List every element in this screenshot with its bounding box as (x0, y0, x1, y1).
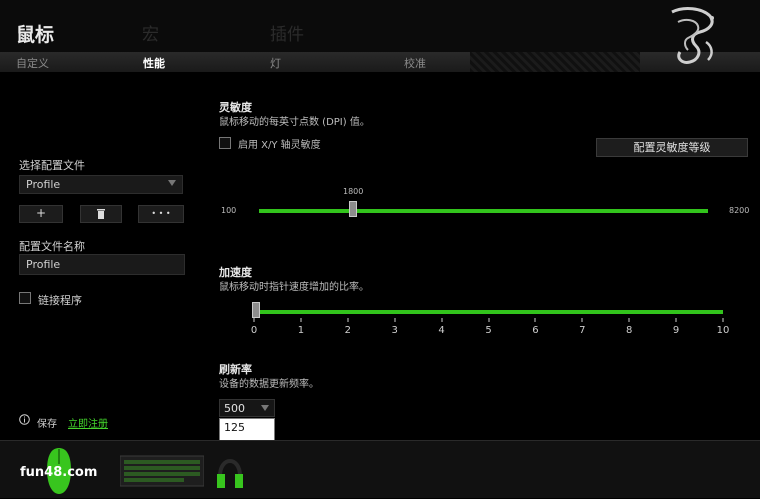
delete-profile-button[interactable] (80, 205, 122, 223)
acceleration-tick-label: 1 (297, 325, 305, 336)
acceleration-slider-track[interactable] (254, 310, 723, 314)
tab-calibration[interactable]: 校准 (404, 55, 426, 71)
polling-option-125[interactable]: 125 (220, 419, 274, 438)
chevron-down-icon (168, 180, 176, 186)
add-profile-button[interactable]: + (19, 205, 63, 223)
acceleration-slider-thumb[interactable] (252, 302, 260, 318)
acceleration-tick-label: 9 (672, 325, 680, 336)
page-title: 鼠标 (16, 24, 55, 46)
acceleration-tick-mark (487, 318, 490, 322)
profile-select-value: Profile (26, 178, 61, 191)
sensitivity-value-label: 1800 (343, 187, 364, 196)
acceleration-tick-mark (628, 318, 631, 322)
acceleration-tick-label: 2 (344, 325, 351, 336)
acceleration-tick-mark (393, 318, 396, 322)
profile-name-label: 配置文件名称 (19, 240, 85, 253)
acceleration-tick-label: 10 (716, 325, 730, 336)
xy-sensitivity-label: 启用 X/Y 轴灵敏度 (238, 140, 321, 151)
link-program-label: 链接程序 (38, 294, 82, 307)
tab-performance[interactable]: 性能 (143, 55, 165, 71)
acceleration-tick-label: 6 (532, 325, 539, 336)
tab-macro[interactable]: 宏 (142, 20, 159, 45)
tab-lighting[interactable]: 灯 (270, 55, 281, 71)
acceleration-tick-label: 0 (250, 325, 258, 336)
device-bar (0, 440, 760, 498)
tab-customize[interactable]: 自定义 (16, 55, 49, 71)
acceleration-tick-mark (346, 318, 349, 322)
acceleration-tick-mark (722, 318, 724, 322)
save-label: 保存 (37, 419, 57, 430)
headset-device-icon[interactable] (215, 446, 245, 496)
razer-snake-logo-icon (650, 2, 730, 70)
acceleration-tick-mark (440, 318, 443, 322)
watermark-text: fun48.com (20, 465, 98, 480)
chevron-down-icon (261, 405, 269, 411)
tab-plugins[interactable]: 插件 (270, 20, 304, 45)
device-bar-divider (0, 440, 760, 441)
sensitivity-slider-track[interactable] (259, 209, 708, 213)
acceleration-tick-mark (253, 318, 255, 322)
more-options-button[interactable]: • • • (138, 205, 184, 223)
sensitivity-max-label: 8200 (729, 206, 750, 215)
acceleration-tick-mark (581, 318, 584, 322)
sensitivity-slider-thumb[interactable] (349, 201, 358, 217)
acceleration-tick-label: 8 (626, 325, 633, 336)
sensitivity-description: 鼠标移动的每英寸点数 (DPI) 值。 (219, 117, 370, 128)
acceleration-tick-label: 4 (438, 325, 445, 336)
polling-rate-select[interactable]: 500 (219, 399, 275, 417)
select-profile-label: 选择配置文件 (19, 159, 85, 172)
sensitivity-min-label: 100 (221, 206, 237, 215)
keyboard-device-icon[interactable] (119, 454, 205, 488)
subtab-bar-pattern (470, 52, 640, 72)
acceleration-tick-label: 7 (579, 325, 586, 336)
profile-name-input[interactable]: Profile (19, 254, 185, 275)
link-program-checkbox[interactable] (19, 292, 31, 304)
acceleration-tick-mark (299, 318, 302, 322)
acceleration-tick-label: 3 (391, 325, 398, 336)
acceleration-tick-mark (675, 318, 678, 322)
polling-rate-value: 500 (224, 402, 245, 415)
acceleration-tick-label: 5 (485, 325, 492, 336)
xy-sensitivity-checkbox[interactable] (219, 137, 231, 149)
trash-icon (97, 208, 105, 222)
info-icon (19, 414, 30, 425)
polling-rate-description: 设备的数据更新频率。 (219, 379, 319, 390)
acceleration-description: 鼠标移动时指针速度增加的比率。 (219, 282, 369, 293)
subtab-bar (0, 52, 760, 72)
profile-select[interactable]: Profile (19, 175, 183, 194)
acceleration-tick-mark (534, 318, 537, 322)
register-now-link[interactable]: 立即注册 (68, 415, 108, 430)
configure-sensitivity-stages-button[interactable]: 配置灵敏度等级 (596, 138, 748, 157)
